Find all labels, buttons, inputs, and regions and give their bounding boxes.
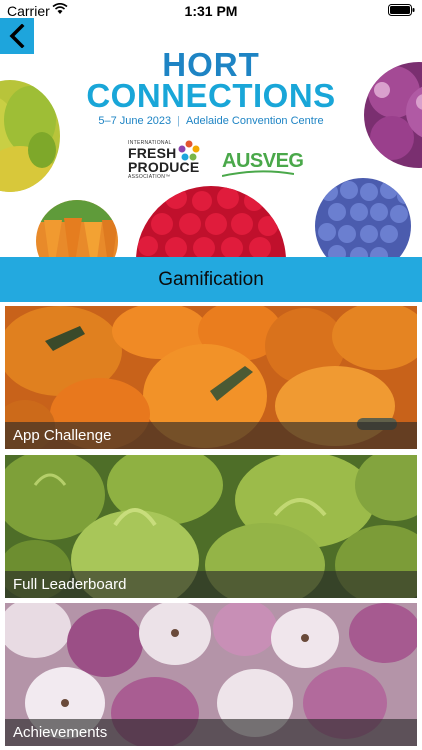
app-challenge-tile[interactable]: App Challenge bbox=[5, 306, 417, 449]
ausveg-swoosh-icon bbox=[222, 170, 294, 177]
event-info-divider: | bbox=[177, 115, 181, 127]
event-logo: HORT CONNECTIONS 5–7 June 2023 | Adelaide … bbox=[78, 46, 344, 127]
ifpa-logo: INTERNATIONAL FRESH PRODUCE ASSOCIATION™ bbox=[128, 140, 208, 180]
tile-caption: Achievements bbox=[5, 719, 417, 746]
tile-caption: App Challenge bbox=[5, 422, 417, 449]
ifpa-logo-line2: PRODUCE bbox=[128, 159, 200, 175]
section-header: Gamification bbox=[0, 257, 422, 302]
status-time: 1:31 PM bbox=[184, 3, 238, 19]
raspberries-image bbox=[136, 186, 286, 257]
event-venue: Adelaide Convention Centre bbox=[186, 115, 324, 127]
tile-label: App Challenge bbox=[13, 427, 112, 444]
full-leaderboard-tile[interactable]: Full Leaderboard bbox=[5, 455, 417, 598]
carrots-image bbox=[36, 200, 118, 257]
tile-label: Full Leaderboard bbox=[13, 576, 127, 593]
event-dates: 5–7 June 2023 bbox=[98, 115, 172, 127]
back-button[interactable] bbox=[0, 18, 34, 54]
event-banner: HORT CONNECTIONS 5–7 June 2023 | Adelaide … bbox=[0, 0, 422, 257]
section-title: Gamification bbox=[158, 268, 264, 290]
blueberries-image bbox=[315, 178, 411, 257]
tile-caption: Full Leaderboard bbox=[5, 571, 417, 598]
achievements-tile[interactable]: Achievements bbox=[5, 603, 417, 746]
onions-image bbox=[364, 62, 422, 168]
status-bar: Carrier 1:31 PM bbox=[0, 0, 422, 22]
tile-label: Achievements bbox=[13, 724, 108, 741]
event-info: 5–7 June 2023 | Adelaide Convention Centre bbox=[78, 115, 344, 127]
logo-title-line1: HORT bbox=[162, 46, 260, 83]
ifpa-flower-icon bbox=[178, 140, 200, 161]
chevron-left-icon bbox=[9, 24, 25, 48]
battery-icon bbox=[388, 4, 415, 16]
logo-title-line2: CONNECTIONS bbox=[86, 77, 336, 114]
pears-image bbox=[0, 80, 60, 192]
